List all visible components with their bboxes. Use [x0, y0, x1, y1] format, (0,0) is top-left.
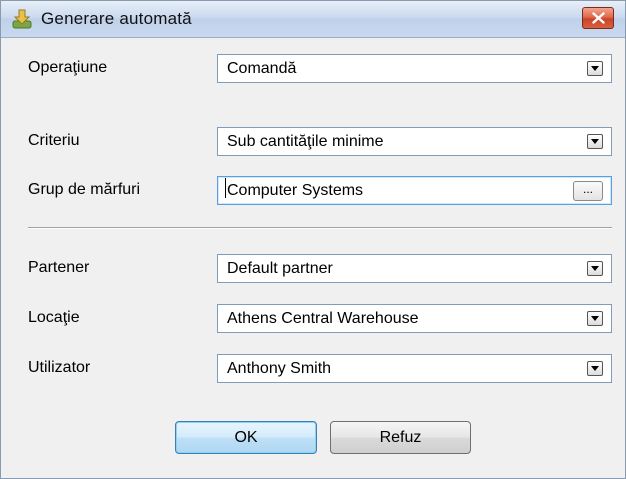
location-label: Locaţie — [28, 309, 80, 326]
text-cursor — [225, 178, 226, 198]
browse-button[interactable]: ... — [573, 181, 603, 201]
divider — [28, 227, 612, 229]
operation-label: Operaţiune — [28, 59, 108, 76]
location-value: Athens Central Warehouse — [227, 310, 419, 327]
partner-value: Default partner — [227, 260, 333, 277]
dialog-title: Generare automată — [41, 9, 192, 28]
dialog-window: Generare automată Operaţiune Comandă Cri… — [0, 0, 626, 479]
chevron-down-icon[interactable] — [587, 361, 603, 376]
cancel-button[interactable]: Refuz — [330, 421, 471, 454]
chevron-down-icon[interactable] — [587, 61, 603, 76]
user-label: Utilizator — [28, 359, 91, 376]
ok-button[interactable]: OK — [175, 421, 317, 454]
chevron-down-icon[interactable] — [587, 311, 603, 326]
criterion-label: Criteriu — [28, 132, 80, 149]
operation-select[interactable]: Comandă — [217, 54, 612, 83]
chevron-down-icon[interactable] — [587, 261, 603, 276]
item-group-label: Grup de mărfuri — [28, 181, 141, 198]
operation-value: Comandă — [227, 60, 297, 77]
item-group-input[interactable]: Computer Systems ... — [217, 176, 612, 205]
chevron-down-icon[interactable] — [587, 134, 603, 149]
user-value: Anthony Smith — [227, 360, 332, 377]
user-select[interactable]: Anthony Smith — [217, 354, 612, 383]
download-arrow-icon — [11, 8, 33, 30]
close-button[interactable] — [582, 7, 614, 29]
item-group-value: Computer Systems — [227, 182, 364, 199]
criterion-value: Sub cantităţile minime — [227, 133, 384, 150]
criterion-select[interactable]: Sub cantităţile minime — [217, 127, 612, 156]
title-bar[interactable]: Generare automată — [1, 1, 625, 38]
partner-label: Partener — [28, 259, 90, 276]
location-select[interactable]: Athens Central Warehouse — [217, 304, 612, 333]
partner-select[interactable]: Default partner — [217, 254, 612, 283]
